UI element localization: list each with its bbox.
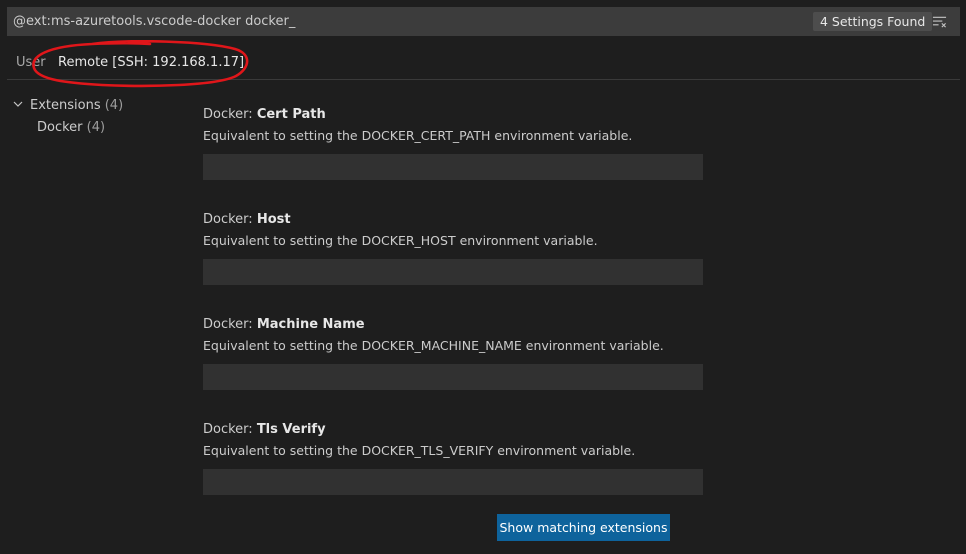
toc-item-extensions[interactable]: Extensions (4) xyxy=(12,96,123,116)
host-input[interactable] xyxy=(203,259,703,285)
setting-category: Docker: xyxy=(203,107,257,122)
setting-name: Machine Name xyxy=(256,317,365,332)
toc-docker-count: (4) xyxy=(86,120,106,135)
settings-editor: 4 Settings Found User Remote [SSH: 192.1… xyxy=(0,0,966,554)
setting-name: Host xyxy=(256,212,291,227)
setting-name: Tls Verify xyxy=(256,422,326,437)
setting-description: Equivalent to setting the DOCKER_HOST en… xyxy=(203,233,598,248)
tab-remote-label: Remote [SSH: 192.168.1.17] xyxy=(58,55,245,70)
setting-title: Docker: Tls Verify xyxy=(203,421,703,439)
tls-verify-input[interactable] xyxy=(203,469,703,495)
machine-name-input[interactable] xyxy=(203,364,703,390)
cert-path-input[interactable] xyxy=(203,154,703,180)
results-count-badge: 4 Settings Found xyxy=(813,12,933,31)
setting-title: Docker: Host xyxy=(203,211,703,229)
toc-extensions-count: (4) xyxy=(104,98,124,113)
tab-remote[interactable]: Remote [SSH: 192.168.1.17] xyxy=(54,46,252,80)
clear-filter-icon[interactable] xyxy=(932,14,947,29)
settings-scope-tabs: User Remote [SSH: 192.168.1.17] xyxy=(0,46,966,80)
settings-search-bar: 4 Settings Found xyxy=(7,7,960,36)
setting-title: Docker: Cert Path xyxy=(203,106,703,124)
setting-cert-path: Docker: Cert Path Equivalent to setting … xyxy=(203,106,703,180)
setting-name: Cert Path xyxy=(256,107,326,122)
setting-category: Docker: xyxy=(203,317,257,332)
toc-item-docker[interactable]: Docker (4) xyxy=(37,118,105,138)
setting-machine-name: Docker: Machine Name Equivalent to setti… xyxy=(203,316,703,390)
toc-extensions-label: Extensions xyxy=(30,98,101,113)
setting-description: Equivalent to setting the DOCKER_MACHINE… xyxy=(203,338,664,353)
setting-host: Docker: Host Equivalent to setting the D… xyxy=(203,211,703,285)
setting-title: Docker: Machine Name xyxy=(203,316,703,334)
toc-docker-label: Docker xyxy=(37,120,83,135)
settings-search-input[interactable] xyxy=(7,7,797,36)
setting-description: Equivalent to setting the DOCKER_CERT_PA… xyxy=(203,128,633,143)
setting-category: Docker: xyxy=(203,212,257,227)
show-matching-extensions-button[interactable]: Show matching extensions xyxy=(497,514,670,541)
setting-description: Equivalent to setting the DOCKER_TLS_VER… xyxy=(203,443,636,458)
setting-tls-verify: Docker: Tls Verify Equivalent to setting… xyxy=(203,421,703,495)
tab-user[interactable]: User xyxy=(16,46,46,79)
tabs-divider xyxy=(7,79,960,80)
chevron-down-icon xyxy=(13,101,23,107)
setting-category: Docker: xyxy=(203,422,257,437)
